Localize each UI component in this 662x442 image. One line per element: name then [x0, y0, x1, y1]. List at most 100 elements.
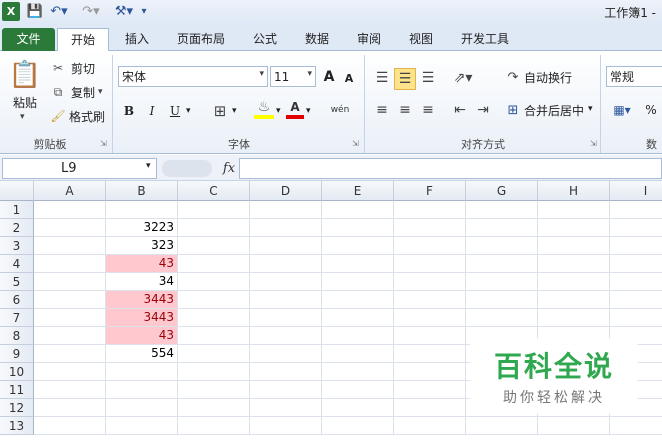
table-cell[interactable] — [322, 399, 394, 417]
table-cell[interactable] — [394, 201, 466, 219]
table-cell[interactable] — [538, 255, 610, 273]
table-cell[interactable] — [178, 417, 250, 435]
table-cell[interactable] — [34, 363, 106, 381]
table-cell[interactable] — [178, 363, 250, 381]
table-cell[interactable] — [538, 201, 610, 219]
tab-data[interactable]: 数据 — [296, 28, 338, 51]
table-cell[interactable] — [322, 291, 394, 309]
table-cell[interactable] — [610, 273, 662, 291]
table-cell[interactable] — [34, 255, 106, 273]
align-center-icon[interactable]: ≡ — [395, 100, 415, 120]
column-header[interactable]: I — [610, 181, 662, 201]
table-cell[interactable] — [250, 237, 322, 255]
cut-button[interactable]: 剪切 — [68, 60, 98, 76]
merge-center-button[interactable]: 合并后居中 — [523, 101, 585, 119]
table-cell[interactable] — [34, 417, 106, 435]
column-header[interactable]: E — [322, 181, 394, 201]
table-cell[interactable] — [394, 399, 466, 417]
row-header[interactable]: 5 — [0, 273, 34, 291]
row-header[interactable]: 13 — [0, 417, 34, 435]
table-cell[interactable] — [322, 327, 394, 345]
table-cell[interactable] — [250, 309, 322, 327]
table-cell[interactable] — [106, 417, 178, 435]
table-cell[interactable] — [34, 219, 106, 237]
table-cell[interactable] — [322, 345, 394, 363]
column-header[interactable]: H — [538, 181, 610, 201]
paste-icon[interactable]: 📋 — [8, 58, 42, 92]
table-cell[interactable] — [34, 201, 106, 219]
table-cell[interactable] — [178, 345, 250, 363]
bold-button[interactable]: B — [120, 101, 138, 121]
align-bottom-icon[interactable]: ☰ — [418, 68, 438, 88]
table-cell[interactable] — [34, 309, 106, 327]
table-cell[interactable] — [466, 201, 538, 219]
table-cell[interactable] — [178, 255, 250, 273]
table-cell[interactable] — [34, 273, 106, 291]
row-header[interactable]: 7 — [0, 309, 34, 327]
orientation-icon[interactable]: ⇗▾ — [450, 68, 476, 88]
table-cell[interactable] — [394, 381, 466, 399]
table-cell[interactable] — [322, 201, 394, 219]
table-cell[interactable] — [610, 219, 662, 237]
table-cell[interactable]: 554 — [106, 345, 178, 363]
font-color-dropdown-icon[interactable]: ▾ — [306, 106, 311, 116]
format-painter-button[interactable]: 格式刷 — [68, 108, 106, 124]
table-cell[interactable] — [322, 273, 394, 291]
table-cell[interactable] — [34, 345, 106, 363]
decrease-indent-icon[interactable]: ⇤ — [450, 100, 470, 120]
table-cell[interactable]: 3223 — [106, 219, 178, 237]
column-header[interactable]: A — [34, 181, 106, 201]
table-cell[interactable] — [538, 273, 610, 291]
table-cell[interactable] — [394, 345, 466, 363]
merge-dropdown-icon[interactable]: ▾ — [588, 104, 593, 114]
name-box-dropdown-icon[interactable]: ▾ — [146, 161, 151, 171]
chevron-down-icon[interactable]: ▾ — [307, 69, 312, 79]
table-cell[interactable] — [538, 417, 610, 435]
table-cell[interactable] — [106, 363, 178, 381]
table-cell[interactable] — [538, 309, 610, 327]
tab-view[interactable]: 视图 — [400, 28, 442, 51]
table-cell[interactable] — [178, 237, 250, 255]
table-cell[interactable] — [250, 327, 322, 345]
table-cell[interactable] — [610, 309, 662, 327]
alignment-launcher-icon[interactable]: ⇲ — [590, 139, 597, 148]
excel-logo-icon[interactable]: X — [2, 2, 20, 21]
table-cell[interactable] — [250, 381, 322, 399]
table-cell[interactable] — [250, 399, 322, 417]
table-cell[interactable] — [466, 219, 538, 237]
table-cell[interactable] — [178, 291, 250, 309]
table-cell[interactable] — [466, 273, 538, 291]
table-cell[interactable] — [394, 237, 466, 255]
table-cell[interactable] — [610, 291, 662, 309]
table-cell[interactable] — [394, 219, 466, 237]
underline-button[interactable]: U — [166, 101, 184, 121]
grow-font-button[interactable]: A — [320, 66, 338, 87]
table-cell[interactable] — [34, 327, 106, 345]
number-format-combo[interactable]: 常规 — [606, 66, 662, 87]
align-left-icon[interactable]: ≡ — [372, 100, 392, 120]
table-cell[interactable]: 34 — [106, 273, 178, 291]
row-header[interactable]: 3 — [0, 237, 34, 255]
borders-dropdown-icon[interactable]: ▾ — [232, 106, 237, 116]
font-color-icon[interactable]: A — [286, 99, 304, 119]
copy-button[interactable]: 复制 — [68, 84, 98, 100]
clipboard-launcher-icon[interactable]: ⇲ — [100, 139, 107, 148]
fill-color-dropdown-icon[interactable]: ▾ — [276, 106, 281, 116]
align-top-icon[interactable]: ☰ — [372, 68, 392, 88]
table-cell[interactable] — [394, 417, 466, 435]
table-cell[interactable] — [250, 417, 322, 435]
copy-dropdown-icon[interactable]: ▾ — [98, 87, 103, 97]
table-cell[interactable] — [466, 255, 538, 273]
undo-icon[interactable]: ↶▾ — [48, 2, 70, 21]
wrap-text-button[interactable]: 自动换行 — [523, 68, 573, 86]
row-header[interactable]: 2 — [0, 219, 34, 237]
percent-style-button[interactable]: % — [642, 100, 660, 120]
table-cell[interactable] — [610, 255, 662, 273]
table-cell[interactable] — [178, 273, 250, 291]
select-all-corner[interactable] — [0, 181, 34, 201]
accounting-format-icon[interactable]: ▦▾ — [610, 100, 634, 120]
table-cell[interactable] — [322, 363, 394, 381]
customize-quick-access-icon[interactable]: ▾ — [138, 2, 150, 21]
table-cell[interactable] — [322, 309, 394, 327]
table-cell[interactable] — [322, 255, 394, 273]
